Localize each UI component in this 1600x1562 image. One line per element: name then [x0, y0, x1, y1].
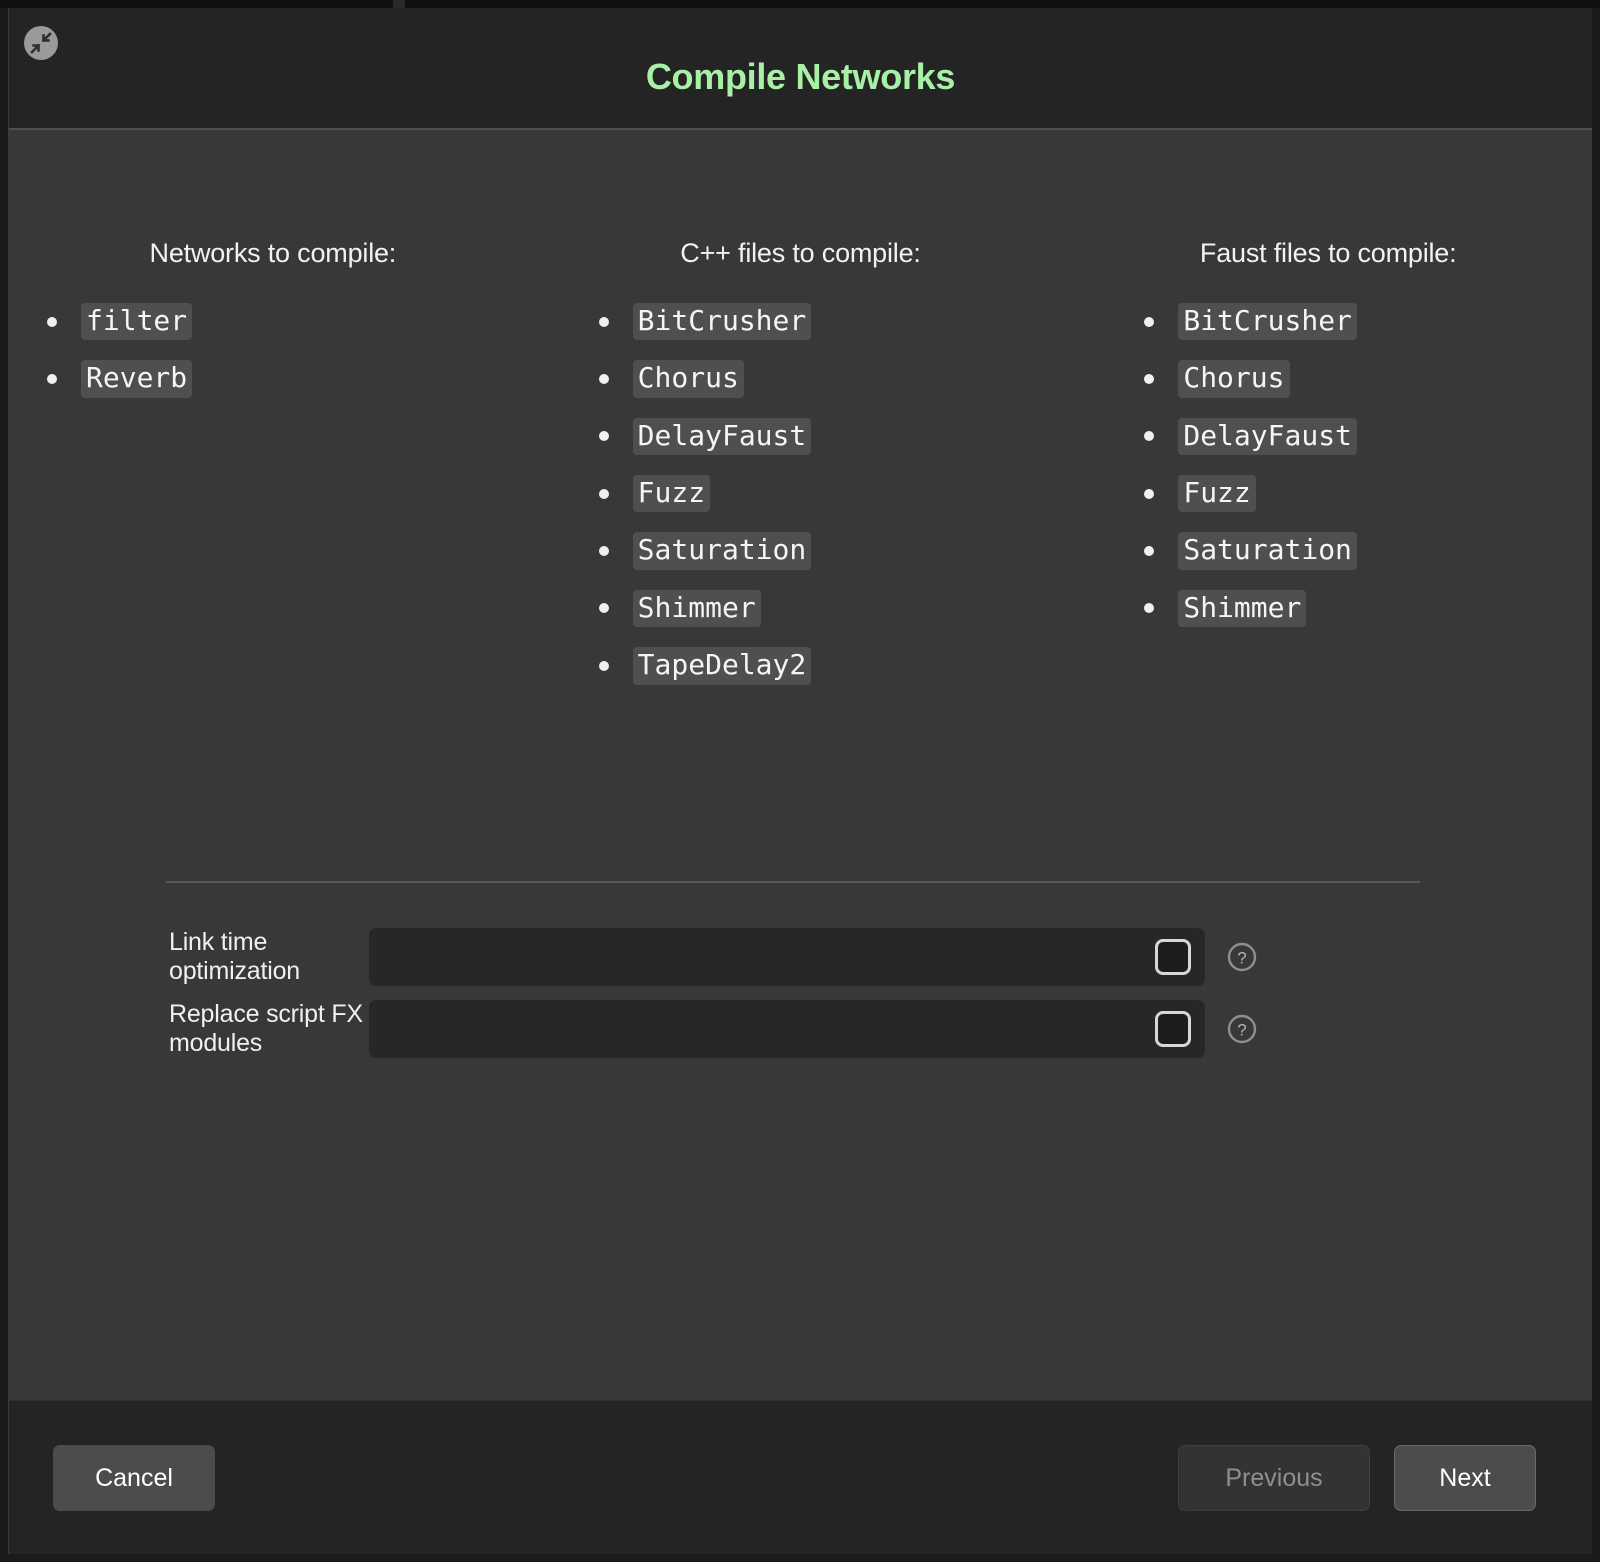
list-item: filter	[47, 303, 517, 341]
compile-lists: Networks to compile: filter Reverb C++ f…	[9, 238, 1592, 705]
faust-files-column-heading: Faust files to compile:	[1199, 238, 1457, 268]
bullet-icon	[598, 660, 609, 671]
link-time-optimization-field[interactable]	[369, 928, 1205, 986]
question-mark-icon[interactable]: ?	[1227, 1014, 1257, 1044]
networks-column: Networks to compile: filter Reverb	[9, 238, 537, 705]
bullet-icon	[598, 374, 609, 385]
replace-script-fx-modules-field[interactable]	[369, 1000, 1205, 1058]
faust-file-name: Shimmer	[1178, 589, 1307, 628]
compile-networks-dialog: Compile Networks Networks to compile: fi…	[0, 0, 1600, 1562]
list-item: Saturation	[1144, 532, 1572, 570]
list-item: BitCrusher	[1144, 303, 1572, 341]
cpp-files-column-heading: C++ files to compile:	[680, 238, 921, 268]
window-top-chrome	[0, 0, 1600, 8]
networks-list: filter Reverb	[29, 303, 517, 398]
dialog-footer: Cancel Previous Next	[9, 1400, 1592, 1554]
bullet-icon	[1144, 488, 1155, 499]
bullet-icon	[598, 431, 609, 442]
dialog-header: Compile Networks	[9, 8, 1592, 130]
cpp-files-list: BitCrusher Chorus DelayFaust Fuzz Satura…	[557, 303, 1045, 685]
bullet-icon	[598, 488, 609, 499]
bullet-icon	[598, 603, 609, 614]
list-item: TapeDelay2	[598, 647, 1045, 685]
cpp-file-name: BitCrusher	[632, 303, 812, 341]
cpp-file-name: Chorus	[632, 360, 744, 398]
collapse-arrows-glyph	[30, 32, 52, 54]
dialog-body: Networks to compile: filter Reverb C++ f…	[9, 130, 1592, 1400]
bullet-icon	[598, 316, 609, 327]
networks-column-heading: Networks to compile:	[149, 238, 397, 268]
option-row-replace-script-fx-modules: Replace script FX modules ?	[9, 1000, 1592, 1058]
previous-button[interactable]: Previous	[1178, 1445, 1370, 1511]
list-item: BitCrusher	[598, 303, 1045, 341]
options-section: Link time optimization ? Replace script …	[9, 928, 1592, 1072]
faust-file-name: Fuzz	[1178, 475, 1256, 513]
replace-script-fx-modules-label: Replace script FX modules	[169, 1000, 363, 1057]
svg-text:?: ?	[1237, 1021, 1246, 1040]
next-button[interactable]: Next	[1394, 1445, 1536, 1511]
svg-text:?: ?	[1237, 949, 1246, 968]
window-chrome-notch	[393, 0, 405, 8]
list-item: DelayFaust	[1144, 417, 1572, 456]
option-row-link-time-optimization: Link time optimization ?	[9, 928, 1592, 986]
cpp-file-name: TapeDelay2	[632, 647, 812, 685]
faust-files-column: Faust files to compile: BitCrusher Choru…	[1064, 238, 1592, 705]
bullet-icon	[1144, 603, 1155, 614]
list-item: Fuzz	[1144, 475, 1572, 513]
section-divider	[166, 881, 1420, 883]
list-item: Saturation	[598, 532, 1045, 570]
list-item: Reverb	[47, 360, 517, 398]
cpp-file-name: DelayFaust	[632, 417, 812, 456]
bullet-icon	[1144, 374, 1155, 385]
bullet-icon	[598, 546, 609, 557]
list-item: Fuzz	[598, 475, 1045, 513]
faust-files-list: BitCrusher Chorus DelayFaust Fuzz Satura…	[1084, 303, 1572, 628]
bullet-icon	[1144, 316, 1155, 327]
dialog-title: Compile Networks	[645, 56, 956, 97]
list-item: DelayFaust	[598, 417, 1045, 456]
network-name: Reverb	[81, 360, 193, 398]
collapse-arrows-icon[interactable]	[24, 26, 58, 60]
list-item: Chorus	[598, 360, 1045, 398]
replace-script-fx-modules-checkbox[interactable]	[1155, 1011, 1191, 1047]
cpp-file-name: Shimmer	[632, 589, 761, 628]
list-item: Shimmer	[1144, 589, 1572, 628]
faust-file-name: DelayFaust	[1178, 417, 1357, 456]
cpp-file-name: Fuzz	[632, 475, 711, 513]
cpp-file-name: Saturation	[632, 532, 812, 570]
bullet-icon	[1144, 431, 1155, 442]
list-item: Shimmer	[598, 589, 1045, 628]
faust-file-name: Saturation	[1178, 532, 1357, 570]
cpp-files-column: C++ files to compile: BitCrusher Chorus	[537, 238, 1065, 705]
link-time-optimization-label: Link time optimization	[169, 928, 300, 985]
question-mark-icon[interactable]: ?	[1227, 942, 1257, 972]
bullet-icon	[47, 374, 57, 385]
bullet-icon	[47, 316, 57, 327]
cancel-button[interactable]: Cancel	[53, 1445, 215, 1511]
link-time-optimization-checkbox[interactable]	[1155, 939, 1191, 975]
network-name: filter	[81, 303, 193, 341]
faust-file-name: BitCrusher	[1178, 303, 1357, 341]
dialog-window: Compile Networks Networks to compile: fi…	[8, 8, 1592, 1554]
bullet-icon	[1144, 546, 1155, 557]
list-item: Chorus	[1144, 360, 1572, 398]
faust-file-name: Chorus	[1178, 360, 1290, 398]
